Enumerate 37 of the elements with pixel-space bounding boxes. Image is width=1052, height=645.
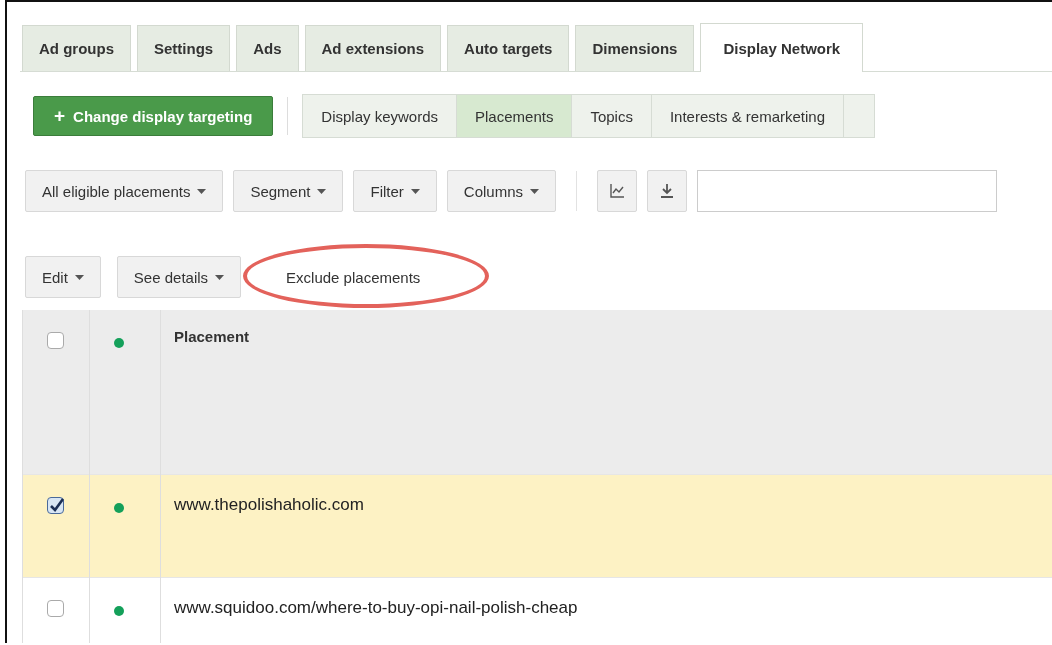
tab[interactable]: Settings (137, 25, 231, 71)
chart-icon (609, 183, 625, 199)
chart-button[interactable] (597, 170, 637, 212)
tab[interactable]: Auto targets (447, 25, 570, 71)
sub-tab[interactable]: Topics (572, 95, 652, 137)
tab[interactable]: Display Network (700, 23, 864, 72)
search-field[interactable] (697, 170, 997, 212)
dropdown-button[interactable]: Filter (353, 170, 437, 212)
tab[interactable]: Ad groups (22, 25, 131, 71)
column-header[interactable]: Placement (174, 328, 250, 345)
placement-cell: www.thepolishaholic.com (174, 495, 364, 515)
tab[interactable]: Dimensions (575, 25, 695, 71)
caret-icon (317, 188, 327, 194)
status-dot (114, 503, 124, 513)
download-icon (660, 183, 674, 199)
download-button[interactable] (647, 170, 687, 212)
dropdown-button[interactable]: Segment (233, 170, 344, 212)
dropdown-button[interactable]: Columns (446, 170, 556, 212)
sub-tab[interactable]: Placements (457, 95, 573, 137)
exclude-button[interactable]: Exclude placements (257, 256, 450, 298)
caret-icon (74, 274, 84, 280)
checkbox[interactable] (47, 497, 64, 514)
caret-icon (215, 274, 225, 280)
dropdown-button[interactable]: See details (116, 256, 242, 298)
checkbox[interactable] (47, 332, 64, 349)
caret-icon (530, 188, 539, 194)
dropdown-button[interactable]: All eligible placements (25, 170, 224, 212)
status-dot (114, 606, 124, 616)
caret-icon (197, 188, 207, 194)
dropdown-button[interactable]: Edit (25, 256, 101, 298)
tab[interactable]: Ads (236, 25, 299, 71)
sub-tab[interactable]: Interests & remarketing (651, 95, 844, 137)
tab[interactable]: Ad extensions (304, 25, 442, 71)
caret-icon (410, 188, 420, 194)
placement-cell: www.squidoo.com/where-to-buy-opi-nail-polish-cheap (174, 598, 578, 618)
status-dot (114, 338, 124, 348)
checkbox[interactable] (47, 600, 64, 617)
